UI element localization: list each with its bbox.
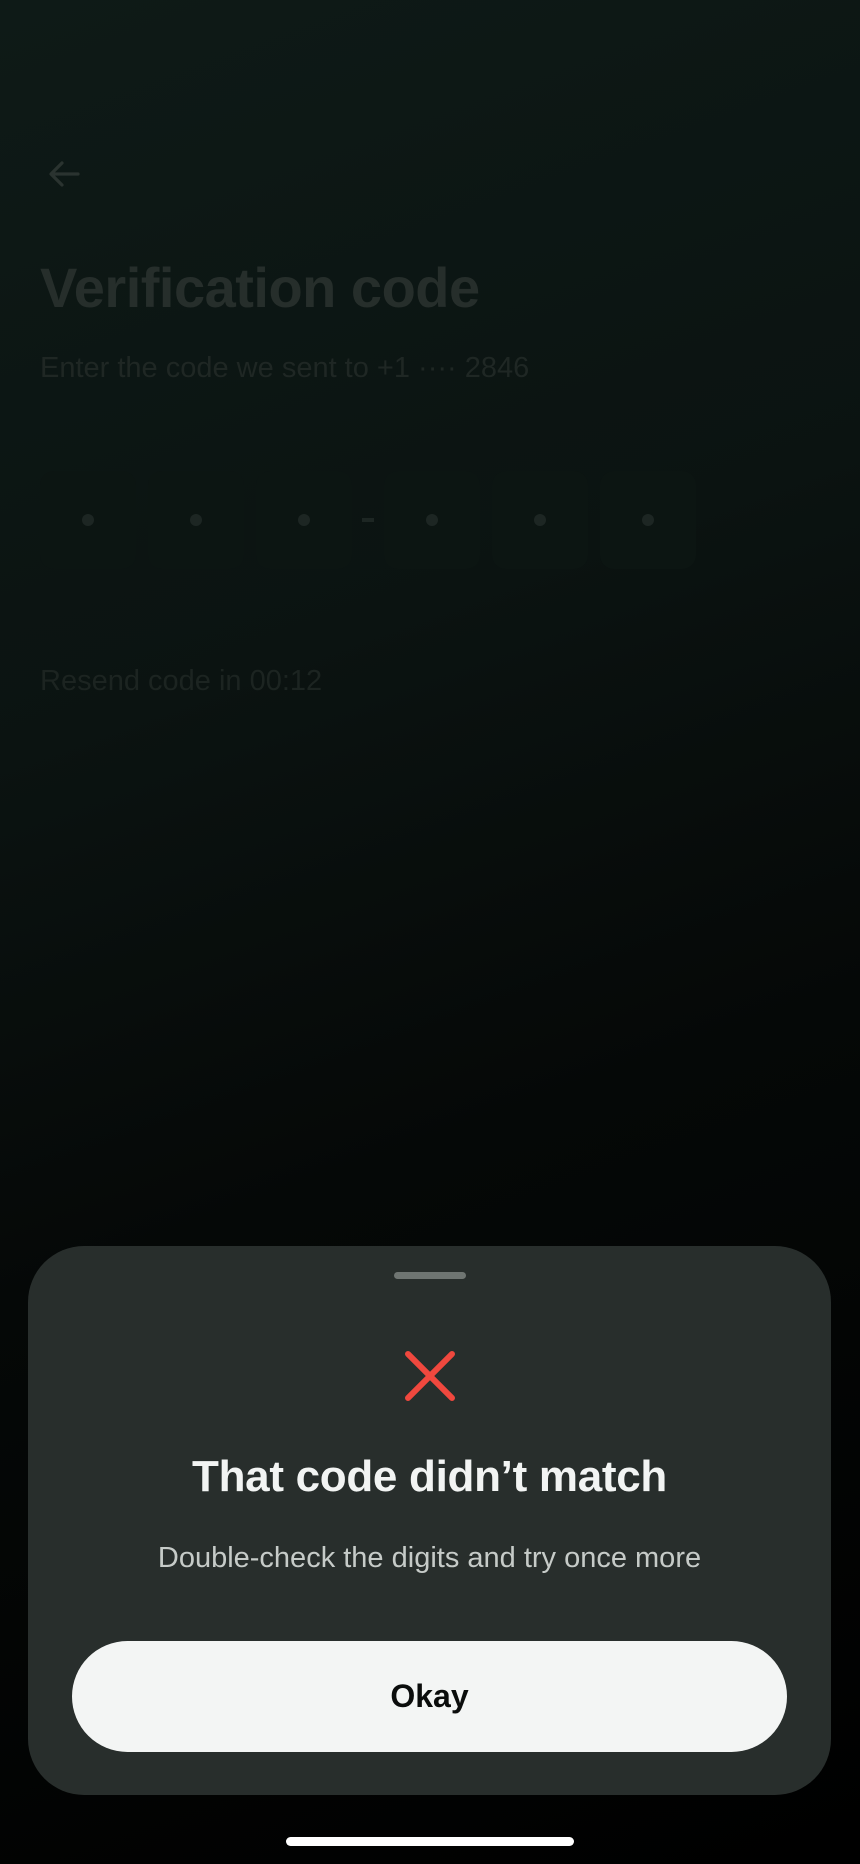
code-separator: [362, 518, 374, 522]
x-mark-icon: [405, 1351, 455, 1401]
empty-digit-dot: [642, 514, 654, 526]
code-digit-box[interactable]: [492, 471, 588, 569]
code-input-row: [40, 470, 708, 570]
verification-screen: Verification code Enter the code we sent…: [0, 0, 860, 1864]
resend-countdown: Resend code in 00:12: [40, 665, 323, 697]
sheet-drag-handle[interactable]: [394, 1272, 466, 1279]
home-indicator[interactable]: [286, 1837, 574, 1846]
code-digit-box[interactable]: [148, 471, 244, 569]
code-digit-box[interactable]: [384, 471, 480, 569]
error-bottom-sheet: That code didn’t match Double-check the …: [28, 1246, 831, 1795]
empty-digit-dot: [82, 514, 94, 526]
error-message: Double-check the digits and try once mor…: [157, 1542, 702, 1574]
okay-button[interactable]: Okay: [72, 1641, 787, 1752]
error-title: That code didn’t match: [192, 1452, 667, 1501]
back-button[interactable]: [40, 150, 88, 198]
empty-digit-dot: [298, 514, 310, 526]
empty-digit-dot: [534, 514, 546, 526]
arrow-left-icon: [49, 161, 80, 187]
page-title: Verification code: [40, 256, 480, 319]
code-digit-box[interactable]: [256, 471, 352, 569]
page-subtitle: Enter the code we sent to +1 ···· 2846: [40, 352, 530, 384]
empty-digit-dot: [190, 514, 202, 526]
code-digit-box[interactable]: [40, 471, 136, 569]
empty-digit-dot: [426, 514, 438, 526]
code-digit-box[interactable]: [600, 471, 696, 569]
